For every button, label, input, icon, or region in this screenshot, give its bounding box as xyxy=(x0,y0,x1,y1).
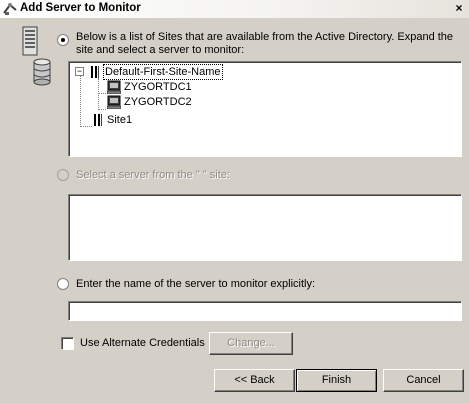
server-icon xyxy=(107,80,121,94)
server-icon xyxy=(107,95,121,109)
site-server-list[interactable] xyxy=(68,194,462,261)
sites-label-line2: site and select a server to monitor: xyxy=(76,44,245,56)
site-icon xyxy=(91,66,99,78)
close-button[interactable]: × xyxy=(452,2,466,16)
alternate-credentials-label: Use Alternate Credentials xyxy=(80,337,205,349)
tree-item-label: Site1 xyxy=(107,114,133,126)
change-button[interactable]: Change... xyxy=(209,332,293,355)
tree-connector xyxy=(98,93,106,94)
sites-tree-view[interactable]: − Default-First-Site-Name ZYGORTDC1 ZYGO… xyxy=(68,61,462,157)
add-server-dialog: Add Server to Monitor × Below is a list … xyxy=(0,0,469,403)
site-server-label: Select a server from the " " site: xyxy=(76,169,230,181)
radio-sites[interactable] xyxy=(57,34,69,46)
tree-item-label: ZYGORTDC1 xyxy=(124,81,192,93)
alternate-credentials-checkbox[interactable] xyxy=(61,337,74,350)
tree-expander-collapse[interactable]: − xyxy=(75,67,84,76)
sites-label-line1: Below is a list of Sites that are availa… xyxy=(76,31,454,43)
cancel-button[interactable]: Cancel xyxy=(383,369,464,392)
tree-connector xyxy=(98,109,106,110)
site-icon xyxy=(94,114,102,126)
back-button[interactable]: << Back xyxy=(214,369,295,392)
server-name-input[interactable] xyxy=(68,301,462,321)
tree-item-label: ZYGORTDC2 xyxy=(124,96,192,108)
window-title: Add Server to Monitor xyxy=(20,2,141,14)
server-tower-icon xyxy=(22,26,38,56)
tree-connector xyxy=(98,78,99,110)
radio-site-server[interactable] xyxy=(57,169,69,181)
monitor-app-icon xyxy=(3,3,17,15)
tree-item-label: Default-First-Site-Name xyxy=(103,64,223,80)
tree-connector xyxy=(80,76,81,127)
tree-connector xyxy=(80,126,92,127)
title-bar[interactable]: Add Server to Monitor × xyxy=(0,0,469,18)
finish-button[interactable]: Finish xyxy=(296,369,377,392)
explicit-label: Enter the name of the server to monitor … xyxy=(76,278,316,290)
database-icon xyxy=(33,58,51,86)
radio-explicit[interactable] xyxy=(57,278,69,290)
